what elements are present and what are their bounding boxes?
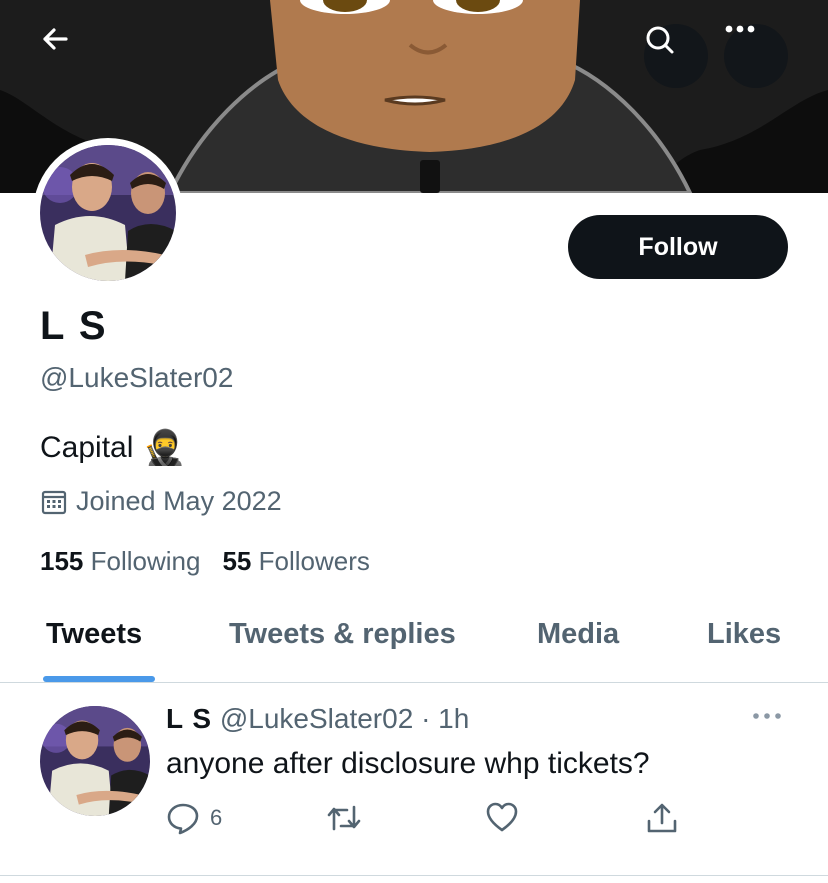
joined-date: Joined May 2022 xyxy=(40,486,282,517)
bio-text: Capital xyxy=(40,431,134,464)
joined-text: Joined May 2022 xyxy=(76,486,282,516)
tweet-author-handle[interactable]: @LukeSlater02 xyxy=(220,703,413,734)
following-label: Following xyxy=(90,546,201,576)
tweet-text: anyone after disclosure whp tickets? xyxy=(166,747,650,780)
tab-media[interactable]: Media xyxy=(537,618,619,651)
tab-tweets-replies[interactable]: Tweets & replies xyxy=(229,618,456,651)
profile-avatar[interactable] xyxy=(33,138,183,288)
follow-stats: 155 Following 55 Followers xyxy=(40,546,370,577)
tab-likes[interactable]: Likes xyxy=(707,618,781,651)
tweet-header: L S @LukeSlater02 · 1h xyxy=(166,703,469,735)
followers-link[interactable]: 55 Followers xyxy=(222,546,369,577)
tweet-item[interactable]: L S @LukeSlater02 · 1h anyone after disc… xyxy=(0,683,828,876)
like-button[interactable] xyxy=(485,801,519,833)
following-link[interactable]: 155 Following xyxy=(40,546,200,577)
tweet-separator: · xyxy=(421,703,431,734)
like-icon xyxy=(486,802,518,832)
avatar-photo xyxy=(40,145,176,281)
profile-bio: Capital 🥷 xyxy=(40,428,186,468)
more-horizontal-icon xyxy=(753,713,781,719)
profile-tabs: Tweets Tweets & replies Media Likes xyxy=(0,600,828,683)
more-horizontal-icon xyxy=(725,25,755,33)
followers-count: 55 xyxy=(222,546,252,576)
search-button[interactable] xyxy=(644,24,708,88)
followers-label: Followers xyxy=(258,546,370,576)
follow-button[interactable]: Follow xyxy=(568,215,788,279)
profile-name: L S xyxy=(40,304,108,348)
share-icon xyxy=(647,803,677,833)
search-icon xyxy=(646,26,674,54)
tweet-more-button[interactable] xyxy=(752,707,782,725)
active-tab-indicator xyxy=(43,676,155,682)
reply-count: 6 xyxy=(210,805,223,830)
following-count: 155 xyxy=(40,546,84,576)
arrow-left-icon xyxy=(43,28,68,50)
tweet-author-name[interactable]: L S xyxy=(166,703,212,734)
reply-button[interactable]: 6 xyxy=(166,801,222,835)
tweet-time[interactable]: 1h xyxy=(438,703,469,734)
ninja-emoji: 🥷 xyxy=(143,429,186,467)
profile-handle: @LukeSlater02 xyxy=(40,362,234,393)
retweet-icon xyxy=(327,805,361,831)
share-button[interactable] xyxy=(645,801,679,835)
more-button[interactable] xyxy=(724,24,788,88)
tweet-avatar[interactable] xyxy=(40,706,150,816)
retweet-button[interactable] xyxy=(325,801,363,835)
back-button[interactable] xyxy=(40,24,104,88)
calendar-icon xyxy=(41,490,67,514)
tab-tweets[interactable]: Tweets xyxy=(46,618,142,651)
reply-icon xyxy=(167,803,199,835)
